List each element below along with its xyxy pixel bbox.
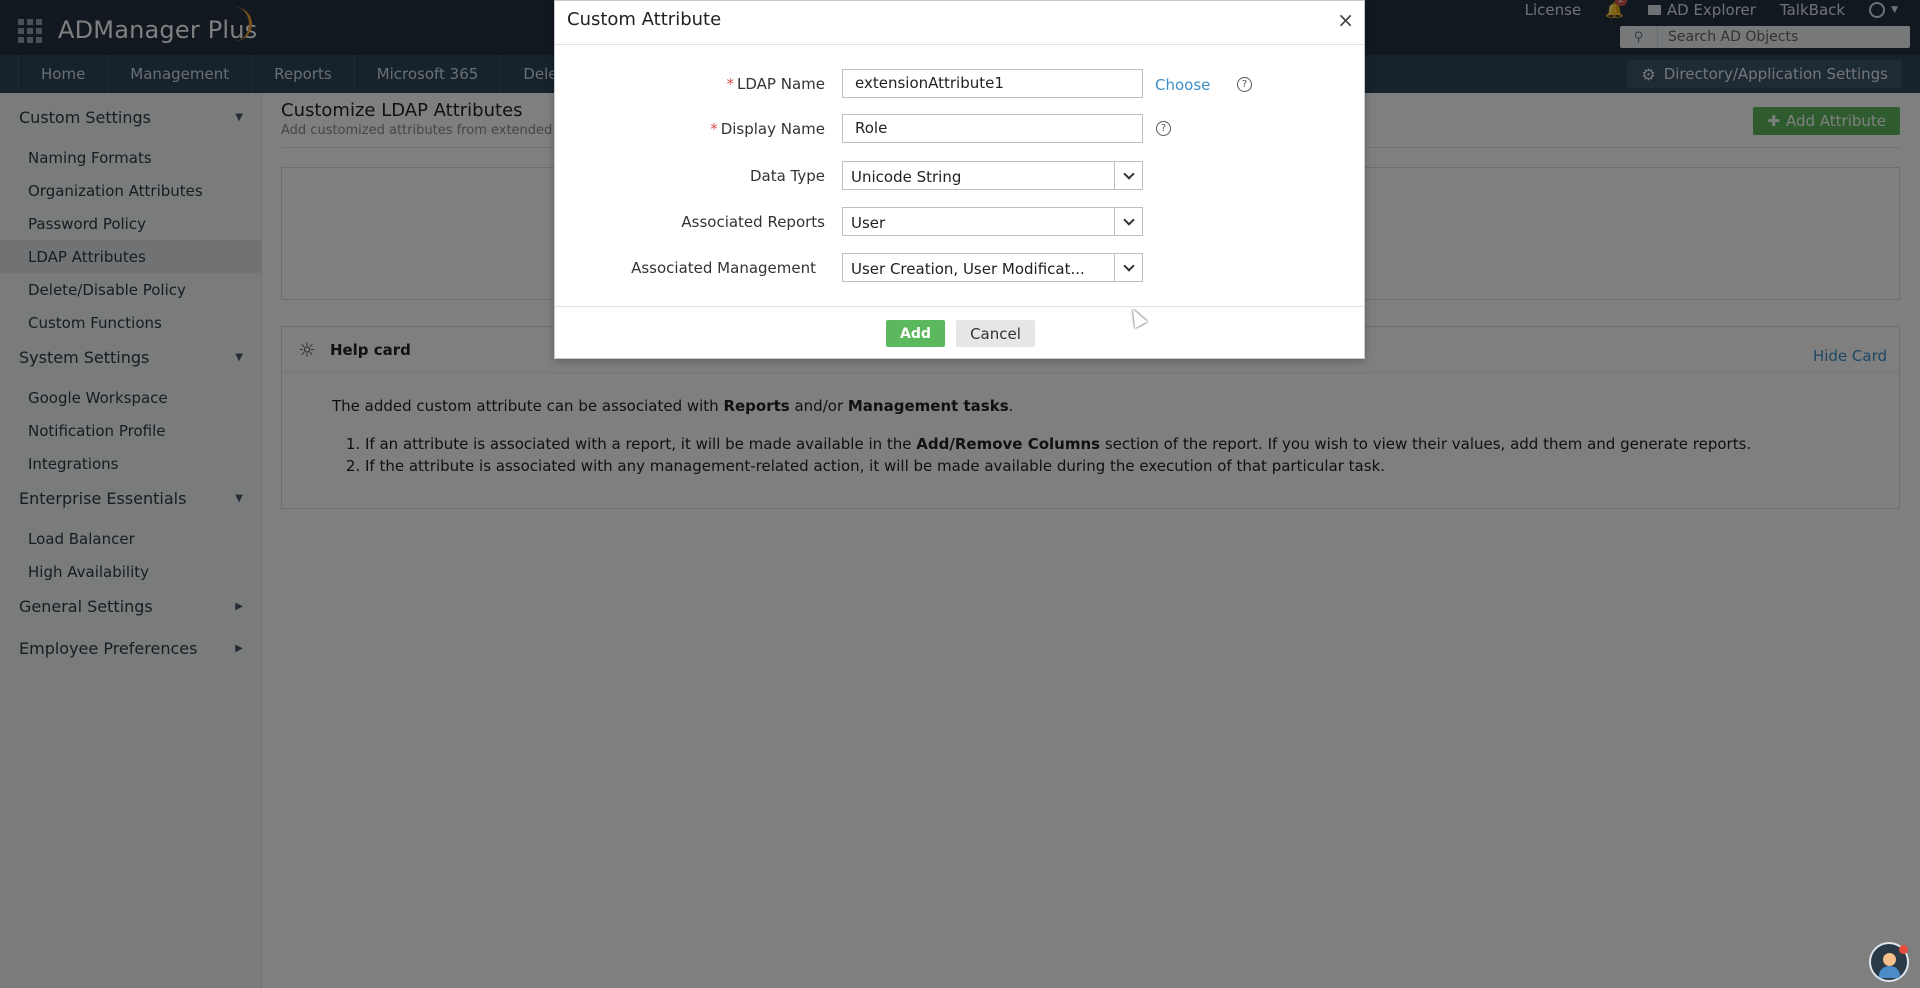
dialog-title: Custom Attribute <box>567 9 722 30</box>
cancel-button[interactable]: Cancel <box>956 320 1035 347</box>
close-icon[interactable]: × <box>1337 10 1354 30</box>
associated-management-row: Associated Management User Creation, Use… <box>555 253 1366 283</box>
display-name-label: * Display Name <box>710 120 825 138</box>
add-button[interactable]: Add <box>886 320 945 347</box>
data-type-row: Data Type Unicode String <box>555 161 1366 191</box>
chevron-down-icon[interactable] <box>1114 208 1142 235</box>
dialog-header: Custom Attribute × <box>555 1 1364 45</box>
dialog-footer-divider <box>555 306 1364 307</box>
associated-reports-select[interactable]: User <box>842 207 1143 236</box>
ldap-name-label: * LDAP Name <box>726 75 825 93</box>
associated-reports-value: User <box>851 214 886 232</box>
associated-reports-label: Associated Reports <box>681 213 825 231</box>
help-icon[interactable]: ? <box>1237 77 1252 92</box>
associated-management-value: User Creation, User Modificat... <box>851 260 1085 278</box>
chatbot-notification-dot <box>1899 945 1908 954</box>
custom-attribute-dialog: Custom Attribute × * LDAP Name extensionA… <box>554 0 1365 359</box>
choose-link[interactable]: Choose <box>1155 76 1210 94</box>
associated-management-label: Associated Management <box>631 259 816 277</box>
display-name-input[interactable]: Role <box>842 114 1143 143</box>
chevron-down-icon[interactable] <box>1114 162 1142 189</box>
help-icon[interactable]: ? <box>1156 121 1171 136</box>
data-type-select[interactable]: Unicode String <box>842 161 1143 190</box>
ldap-name-row: * LDAP Name extensionAttribute1 Choose ? <box>555 69 1366 99</box>
chatbot-icon[interactable] <box>1869 942 1909 982</box>
data-type-value: Unicode String <box>851 168 962 186</box>
associated-management-select[interactable]: User Creation, User Modificat... <box>842 253 1143 282</box>
chevron-down-icon[interactable] <box>1114 254 1142 281</box>
display-name-row: * Display Name Role ? <box>555 114 1366 144</box>
associated-reports-row: Associated Reports User <box>555 207 1366 237</box>
data-type-label: Data Type <box>749 167 825 185</box>
ldap-name-input[interactable]: extensionAttribute1 <box>842 69 1143 98</box>
